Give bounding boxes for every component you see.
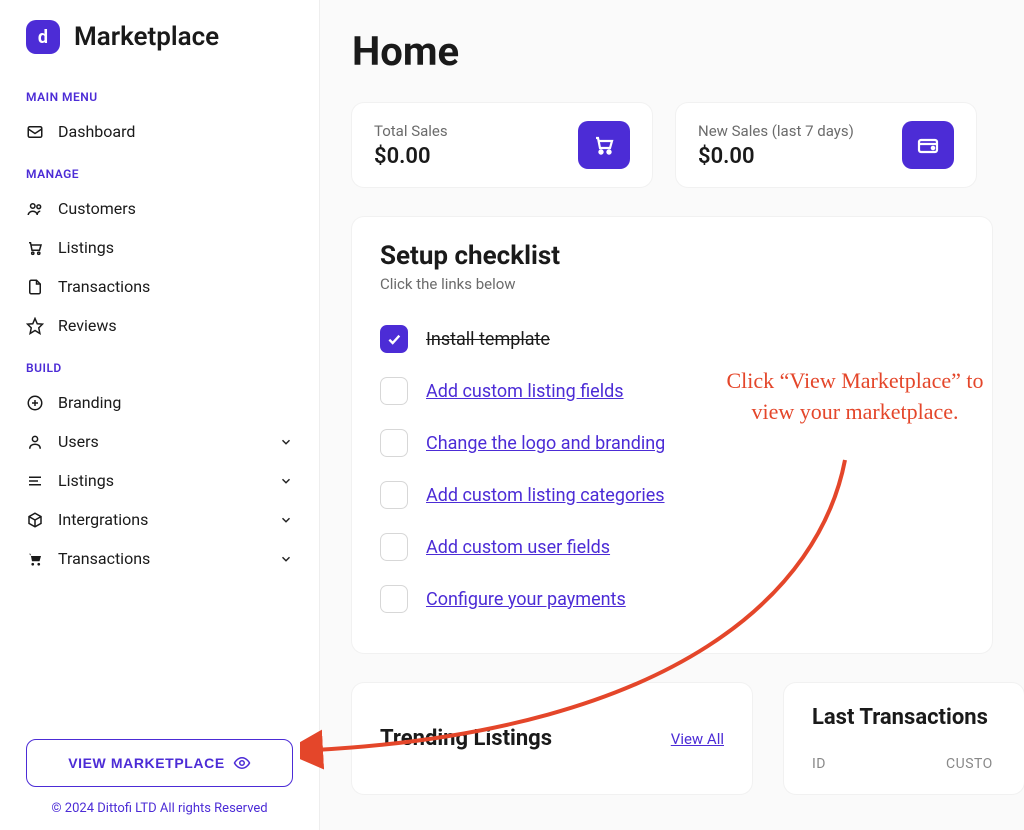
checkbox[interactable] bbox=[380, 429, 408, 457]
annotation-text: Click “View Marketplace” to view your ma… bbox=[715, 366, 995, 428]
stat-label: Total Sales bbox=[374, 122, 448, 140]
cart-solid-icon bbox=[26, 550, 44, 568]
page-title: Home bbox=[352, 28, 1024, 75]
cart-outline-icon bbox=[26, 239, 44, 257]
sidebar-item-label: Intergrations bbox=[58, 510, 148, 529]
trending-listings-panel: Trending Listings View All bbox=[352, 683, 752, 794]
checklist-link[interactable]: Add custom listing fields bbox=[426, 381, 624, 402]
checklist-link[interactable]: Change the logo and branding bbox=[426, 433, 665, 454]
sidebar-item-branding[interactable]: Branding bbox=[0, 383, 319, 422]
brand: d Marketplace bbox=[0, 20, 319, 74]
table-header: ID CUSTO bbox=[812, 756, 996, 772]
view-marketplace-button[interactable]: VIEW MARKETPLACE bbox=[26, 739, 293, 787]
sidebar-item-users[interactable]: Users bbox=[0, 422, 319, 461]
list-icon bbox=[26, 472, 44, 490]
sidebar-item-label: Dashboard bbox=[58, 122, 135, 141]
sidebar-item-label: Branding bbox=[58, 393, 121, 412]
wallet-icon bbox=[902, 121, 954, 169]
user-icon bbox=[26, 433, 44, 451]
panel-title: Trending Listings bbox=[380, 726, 552, 751]
sidebar-item-label: Users bbox=[58, 432, 99, 451]
eye-icon bbox=[233, 754, 251, 772]
sidebar-item-label: Listings bbox=[58, 238, 114, 257]
stat-total-sales: Total Sales $0.00 bbox=[352, 103, 652, 187]
checklist-link[interactable]: Add custom user fields bbox=[426, 537, 610, 558]
checklist-item: Add custom user fields bbox=[380, 521, 964, 573]
checkbox-checked[interactable] bbox=[380, 325, 408, 353]
brand-logo: d bbox=[26, 20, 60, 54]
cube-icon bbox=[26, 511, 44, 529]
sidebar-item-label: Transactions bbox=[58, 277, 150, 296]
checklist-link[interactable]: Install template bbox=[426, 329, 550, 350]
checklist-title: Setup checklist bbox=[380, 241, 964, 271]
sidebar-item-build-transactions[interactable]: Transactions bbox=[0, 539, 319, 578]
star-icon bbox=[26, 317, 44, 335]
stat-label: New Sales (last 7 days) bbox=[698, 122, 854, 140]
view-marketplace-label: VIEW MARKETPLACE bbox=[68, 755, 225, 771]
checklist-subtitle: Click the links below bbox=[380, 275, 964, 293]
copyright: © 2024 Dittofi LTD All rights Reserved bbox=[26, 801, 293, 816]
checklist-link[interactable]: Configure your payments bbox=[426, 589, 626, 610]
checkbox[interactable] bbox=[380, 481, 408, 509]
chevron-down-icon bbox=[279, 552, 293, 566]
sidebar-item-build-listings[interactable]: Listings bbox=[0, 461, 319, 500]
checklist-item: Add custom listing categories bbox=[380, 469, 964, 521]
section-label-manage: MANAGE bbox=[0, 151, 319, 189]
sidebar-item-transactions[interactable]: Transactions bbox=[0, 267, 319, 306]
column-customer: CUSTO bbox=[946, 756, 993, 772]
stat-value: $0.00 bbox=[698, 144, 854, 169]
stats-row: Total Sales $0.00 New Sales (last 7 days… bbox=[352, 103, 1024, 187]
sidebar: d Marketplace MAIN MENU Dashboard MANAGE… bbox=[0, 0, 320, 830]
setup-checklist: Setup checklist Click the links below In… bbox=[352, 217, 992, 653]
sidebar-item-reviews[interactable]: Reviews bbox=[0, 306, 319, 345]
envelope-icon bbox=[26, 123, 44, 141]
panel-title: Last Transactions bbox=[812, 705, 996, 730]
checklist-item: Configure your payments bbox=[380, 573, 964, 625]
stat-value: $0.00 bbox=[374, 144, 448, 169]
sidebar-item-customers[interactable]: Customers bbox=[0, 189, 319, 228]
view-all-link[interactable]: View All bbox=[671, 730, 724, 748]
plus-circle-icon bbox=[26, 394, 44, 412]
checkbox[interactable] bbox=[380, 533, 408, 561]
last-transactions-panel: Last Transactions ID CUSTO bbox=[784, 683, 1024, 794]
sidebar-item-label: Transactions bbox=[58, 549, 150, 568]
brand-name: Marketplace bbox=[74, 22, 219, 52]
column-id: ID bbox=[812, 756, 826, 772]
sidebar-item-integrations[interactable]: Intergrations bbox=[0, 500, 319, 539]
chevron-down-icon bbox=[279, 474, 293, 488]
sidebar-item-label: Customers bbox=[58, 199, 136, 218]
section-label-main-menu: MAIN MENU bbox=[0, 74, 319, 112]
sidebar-item-dashboard[interactable]: Dashboard bbox=[0, 112, 319, 151]
sidebar-item-listings[interactable]: Listings bbox=[0, 228, 319, 267]
users-icon bbox=[26, 200, 44, 218]
checkbox[interactable] bbox=[380, 585, 408, 613]
sidebar-item-label: Listings bbox=[58, 471, 114, 490]
stat-new-sales: New Sales (last 7 days) $0.00 bbox=[676, 103, 976, 187]
document-icon bbox=[26, 278, 44, 296]
checklist-link[interactable]: Add custom listing categories bbox=[426, 485, 665, 506]
section-label-build: BUILD bbox=[0, 345, 319, 383]
cart-icon bbox=[578, 121, 630, 169]
checklist-item: Install template bbox=[380, 313, 964, 365]
bottom-row: Trending Listings View All Last Transact… bbox=[352, 683, 1024, 794]
checkbox[interactable] bbox=[380, 377, 408, 405]
chevron-down-icon bbox=[279, 513, 293, 527]
sidebar-item-label: Reviews bbox=[58, 316, 117, 335]
chevron-down-icon bbox=[279, 435, 293, 449]
